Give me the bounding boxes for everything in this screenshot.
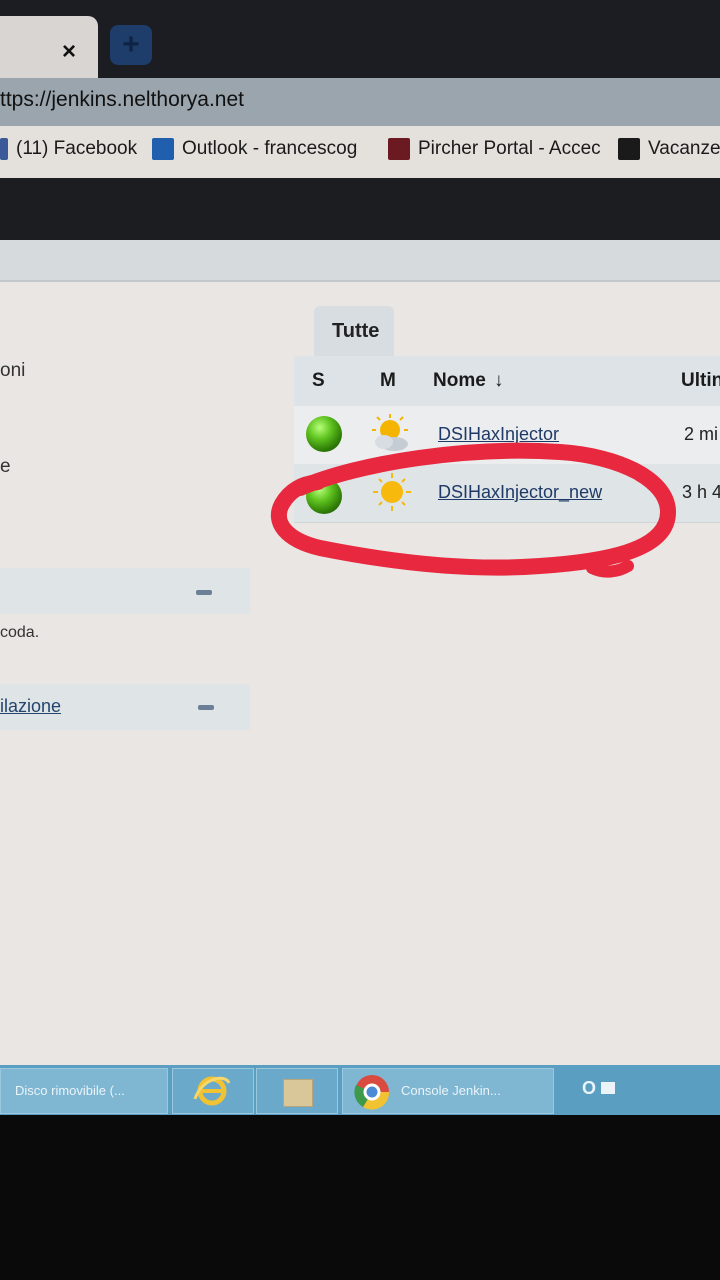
taskbar-item-explorer[interactable]: [256, 1068, 338, 1114]
internet-explorer-icon: [193, 1076, 231, 1106]
taskbar-label: Disco rimovibile (...: [15, 1083, 125, 1098]
screen: × + ttps://jenkins.nelthorya.net (11) Fa…: [0, 0, 720, 1115]
chrome-icon: [354, 1075, 390, 1110]
taskbar-item-outlook[interactable]: O: [556, 1068, 720, 1112]
outlook-icon: O: [582, 1078, 597, 1098]
taskbar-item-removable-disk[interactable]: Disco rimovibile (...: [0, 1068, 168, 1114]
windows-taskbar: Disco rimovibile (... Console Jenkin... …: [0, 1065, 720, 1115]
taskbar-label: Console Jenkin...: [401, 1083, 501, 1098]
taskbar-item-chrome[interactable]: Console Jenkin...: [342, 1068, 554, 1114]
taskbar-item-ie[interactable]: [172, 1068, 254, 1114]
envelope-icon: [601, 1082, 615, 1094]
red-circle-annotation: [270, 442, 676, 578]
folder-icon: [283, 1079, 313, 1107]
